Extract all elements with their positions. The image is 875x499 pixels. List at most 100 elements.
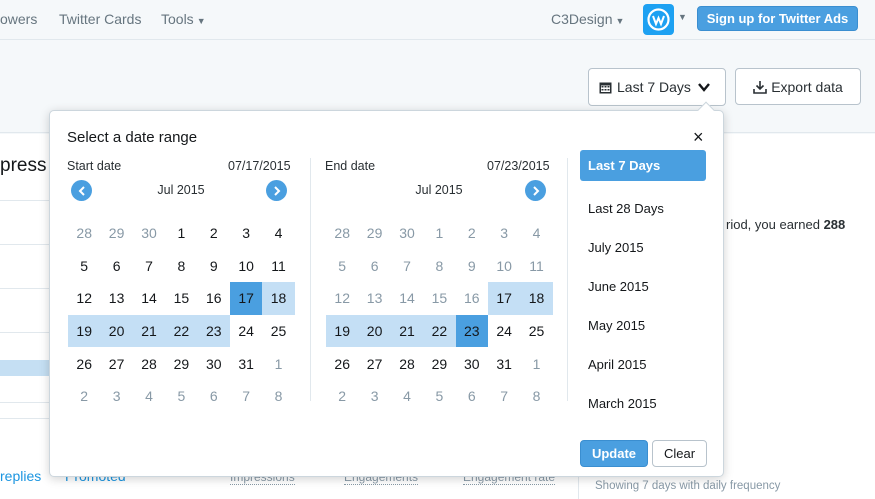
- start-day-cell[interactable]: 31: [230, 347, 262, 380]
- start-day-cell[interactable]: 23: [197, 314, 230, 348]
- start-day-cell[interactable]: 28: [133, 347, 165, 380]
- start-day-cell[interactable]: 24: [230, 315, 262, 348]
- next-month-button[interactable]: [266, 180, 287, 201]
- end-day-cell[interactable]: 31: [488, 347, 520, 380]
- start-day-cell[interactable]: 5: [68, 250, 100, 283]
- start-day-cell[interactable]: 18: [262, 282, 295, 315]
- clear-button[interactable]: Clear: [652, 440, 707, 467]
- calendar-divider: [310, 158, 311, 401]
- end-day-cell: 4: [403, 388, 411, 405]
- brand-logo-icon[interactable]: [643, 4, 674, 35]
- end-day-cell: 5: [435, 388, 444, 405]
- update-button[interactable]: Update: [580, 440, 648, 467]
- start-day-cell[interactable]: 14: [133, 282, 165, 315]
- date-range-popup: Select a date range × Start date 07/17/2…: [49, 101, 724, 477]
- start-day-cell: 6: [209, 388, 218, 405]
- nav-link-followers[interactable]: owers: [0, 11, 37, 27]
- preset-option[interactable]: April 2015: [580, 345, 706, 384]
- end-day-cell[interactable]: 28: [391, 347, 423, 380]
- close-icon[interactable]: ×: [693, 128, 704, 146]
- preset-option[interactable]: June 2015: [580, 267, 706, 306]
- start-day-cell[interactable]: 20: [100, 314, 133, 348]
- end-day-cell[interactable]: 17: [487, 282, 521, 315]
- start-day-cell[interactable]: 30: [198, 347, 230, 380]
- end-day-cell[interactable]: 26: [326, 347, 358, 380]
- end-day-grid: 28 29 30 1 2 3 4 5 6 7 8 9 10 11 12 13 14 15 16 17 18 19 20 21 2…: [326, 217, 553, 413]
- start-day-cell[interactable]: 25: [262, 315, 294, 348]
- chevron-down-icon: ▼: [615, 16, 625, 26]
- start-day-cell[interactable]: 21: [132, 314, 166, 348]
- start-day-cell[interactable]: 4: [262, 217, 294, 250]
- chevron-down-icon[interactable]: ▼: [678, 12, 687, 22]
- end-day-cell: 14: [399, 290, 415, 307]
- start-day-cell[interactable]: 6: [100, 250, 132, 283]
- next-month-button[interactable]: [525, 180, 546, 201]
- start-day-cell[interactable]: 16: [198, 282, 230, 315]
- end-day-cell[interactable]: 18: [520, 282, 553, 315]
- end-day-cell: 1: [532, 355, 541, 372]
- start-day-cell[interactable]: 17: [229, 282, 263, 315]
- end-day-cell: 2: [467, 225, 476, 242]
- tab-replies[interactable]: replies: [0, 468, 41, 484]
- end-day-cell[interactable]: 29: [423, 347, 455, 380]
- preset-divider: [567, 158, 568, 401]
- end-day-cell[interactable]: 27: [358, 347, 390, 380]
- end-day-cell[interactable]: 25: [520, 315, 552, 348]
- start-day-cell: 29: [108, 225, 125, 242]
- chevron-left-icon: [78, 185, 85, 196]
- chevron-right-icon: [532, 185, 539, 196]
- end-day-cell[interactable]: 20: [358, 314, 391, 348]
- start-day-cell[interactable]: 15: [165, 282, 197, 315]
- start-day-cell[interactable]: 9: [198, 250, 230, 283]
- end-day-cell[interactable]: 23: [455, 314, 488, 348]
- start-day-cell[interactable]: 3: [230, 217, 262, 250]
- start-day-cell[interactable]: 1: [165, 217, 197, 250]
- start-day-cell: 28: [76, 225, 92, 242]
- preset-option[interactable]: March 2015: [580, 384, 706, 423]
- end-day-cell[interactable]: 19: [326, 314, 359, 348]
- start-day-cell[interactable]: 26: [68, 347, 100, 380]
- prev-month-button[interactable]: [71, 180, 92, 201]
- start-day-cell[interactable]: 7: [133, 250, 165, 283]
- calendar-icon: [599, 82, 612, 93]
- start-day-cell[interactable]: 2: [198, 217, 230, 250]
- preset-option[interactable]: Last 7 Days: [580, 150, 706, 181]
- end-day-cell: 4: [532, 225, 541, 242]
- preset-option[interactable]: May 2015: [580, 306, 706, 345]
- signup-ads-button[interactable]: Sign up for Twitter Ads: [697, 6, 858, 31]
- preset-option[interactable]: July 2015: [580, 228, 706, 267]
- export-data-label: Export data: [771, 78, 843, 95]
- start-day-cell[interactable]: 19: [68, 314, 101, 348]
- end-day-cell[interactable]: 24: [488, 315, 520, 348]
- start-day-cell[interactable]: 22: [165, 314, 198, 348]
- start-day-cell[interactable]: 10: [230, 250, 262, 283]
- impressions-title: press: [0, 155, 47, 176]
- preset-list: Last 7 Days Last 28 Days July 2015 June 201…: [580, 150, 706, 423]
- nav-link-tools[interactable]: Tools ▼: [161, 11, 206, 27]
- row-divider: [0, 244, 50, 245]
- end-day-cell[interactable]: 22: [423, 314, 456, 348]
- start-day-cell[interactable]: 27: [100, 347, 132, 380]
- end-day-cell: 11: [529, 257, 544, 274]
- end-day-cell: 8: [435, 257, 444, 274]
- end-day-cell: 30: [399, 225, 415, 242]
- export-data-button[interactable]: Export data: [735, 68, 861, 105]
- end-day-cell: 16: [463, 290, 480, 307]
- start-day-cell: 1: [274, 355, 283, 372]
- preset-option[interactable]: Last 28 Days: [580, 189, 706, 228]
- end-day-cell: 9: [467, 257, 476, 274]
- row-divider: [0, 200, 50, 201]
- start-day-cell[interactable]: 29: [165, 347, 197, 380]
- end-day-cell[interactable]: 30: [456, 347, 488, 380]
- start-day-cell[interactable]: 11: [262, 250, 294, 283]
- end-day-cell[interactable]: 21: [390, 314, 424, 348]
- start-day-cell[interactable]: 8: [165, 250, 197, 283]
- nav-link-twitter-cards[interactable]: Twitter Cards: [59, 11, 141, 27]
- start-day-cell[interactable]: 12: [68, 282, 100, 315]
- start-day-cell[interactable]: 13: [100, 282, 132, 315]
- end-day-cell: 6: [370, 257, 379, 274]
- start-day-cell: 5: [177, 388, 186, 405]
- end-day-cell: 10: [496, 257, 512, 274]
- account-menu[interactable]: C3Design ▼: [551, 11, 624, 27]
- earned-value: 288: [823, 217, 846, 232]
